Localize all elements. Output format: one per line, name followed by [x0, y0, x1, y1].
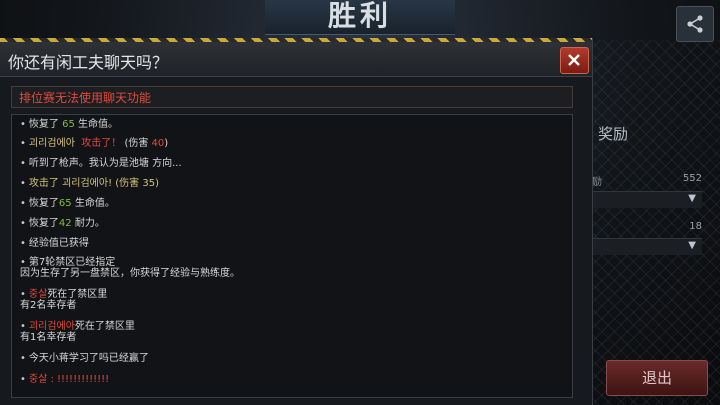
- notice-text: 排位赛无法使用聊天功能: [19, 91, 152, 105]
- chat-dialog: 你还有闲工夫聊天吗？ 排位赛无法使用聊天功能 • 恢复了 65 生命值。 • 괴리검…: [0, 38, 593, 405]
- log-entry: • 恢复了 65 生命值。: [20, 119, 119, 130]
- log-entry: • 중살死在了禁区里 有2名幸存者: [20, 289, 108, 311]
- log-entry: • 经验值已获得: [20, 238, 89, 249]
- left-wing-decoration: [120, 0, 270, 34]
- chevron-down-icon: ▼: [688, 240, 696, 251]
- reward-dropdown[interactable]: ▼: [590, 191, 702, 208]
- reward-label: 奖励: [598, 125, 629, 143]
- chat-log[interactable]: • 恢复了 65 生命值。 • 괴리검에아 攻击了！ (伤害 40) • 听到了枪声。…: [11, 114, 573, 398]
- log-entry: • 괴리검에아 攻击了！ (伤害 40): [20, 138, 169, 149]
- victory-banner: 胜利: [265, 0, 455, 35]
- reward-row: 励 552: [590, 173, 702, 191]
- reward-row: 18: [590, 221, 702, 239]
- share-icon: [687, 15, 703, 33]
- dialog-header: 你还有闲工夫聊天吗？: [0, 42, 592, 77]
- right-wing-decoration: [452, 0, 602, 34]
- exit-button[interactable]: 退出: [606, 360, 708, 396]
- dialog-title: 你还有闲工夫聊天吗？: [8, 53, 169, 72]
- reward-dropdown[interactable]: ▼: [590, 238, 702, 255]
- log-entry: • 攻击了 괴리검에아! (伤害 35): [20, 178, 159, 189]
- log-entry: • 중살 : !!!!!!!!!!!!!: [20, 374, 110, 385]
- log-entry: • 第7轮禁区已经指定 因为生存了另一盘禁区，你获得了经验与熟练度。: [20, 257, 240, 279]
- close-button[interactable]: [560, 47, 589, 74]
- reward-row-label: 励: [592, 177, 602, 188]
- notice-box: 排位赛无法使用聊天功能: [11, 86, 573, 108]
- log-entry: • 恢复了65 生命值。: [20, 198, 115, 209]
- log-entry: • 今天小蒋学习了吗已经赢了: [20, 353, 149, 364]
- victory-title: 胜利: [327, 0, 392, 32]
- log-entry: • 听到了枪声。我认为是池塘 方向...: [20, 158, 182, 169]
- reward-row-value: 552: [682, 173, 702, 184]
- log-entry: • 괴리검에아死在了禁区里 有1名幸存者: [20, 321, 135, 343]
- share-button[interactable]: [676, 6, 714, 42]
- close-icon: [568, 54, 580, 66]
- log-entry: • 恢复了42 耐力。: [20, 218, 105, 229]
- reward-row-value: 18: [689, 221, 702, 232]
- chevron-down-icon: ▼: [688, 193, 696, 204]
